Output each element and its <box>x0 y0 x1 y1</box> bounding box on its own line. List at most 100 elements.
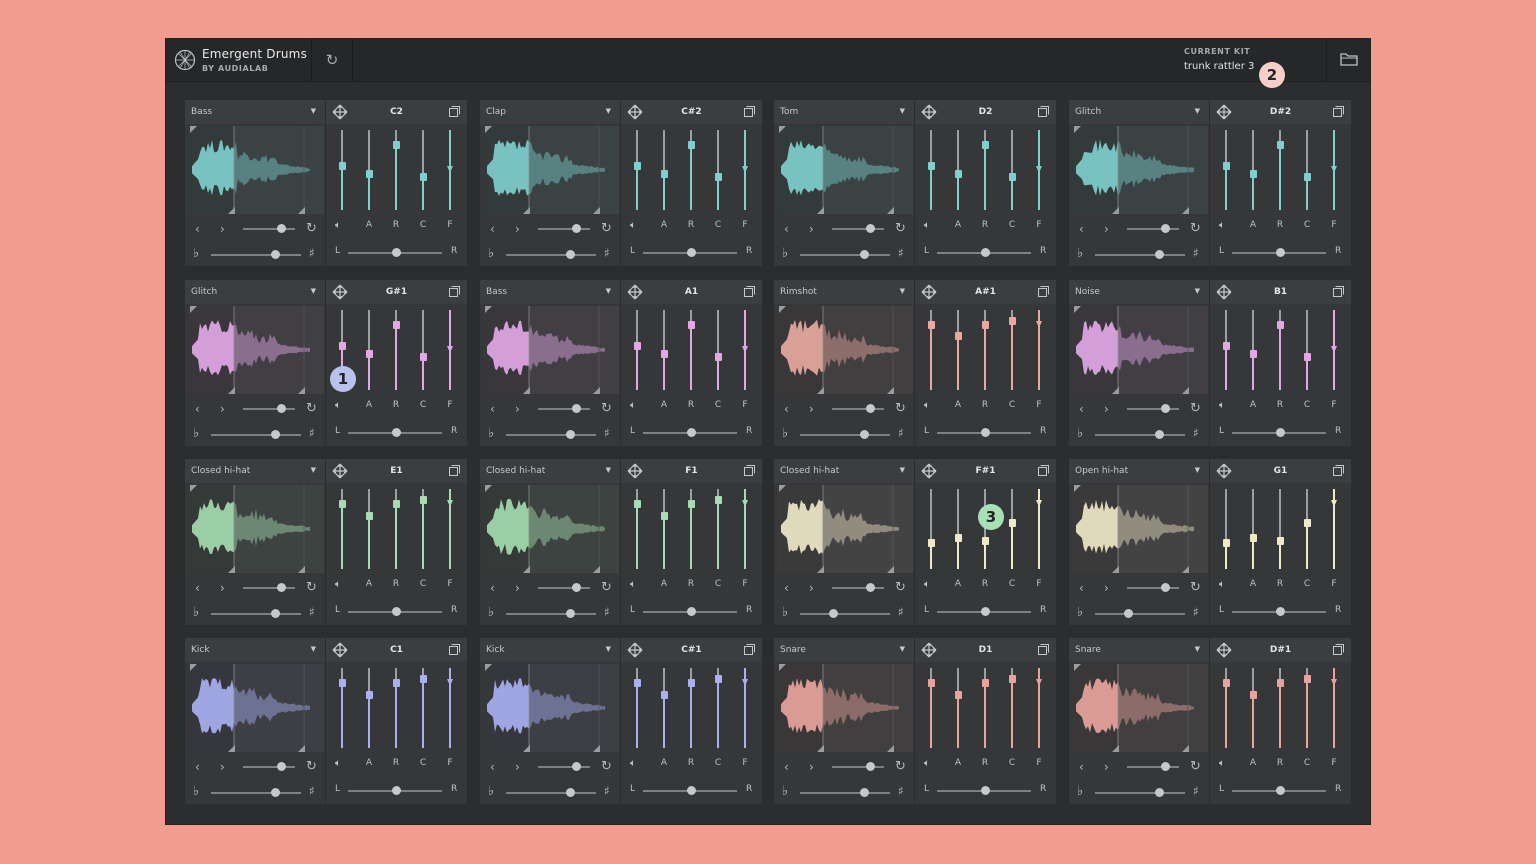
pitch-slider[interactable] <box>211 434 301 436</box>
pitch-knob[interactable] <box>271 609 280 618</box>
refresh-icon[interactable]: ↻ <box>601 580 612 595</box>
current-kit-name[interactable]: trunk rattler 3 <box>1184 61 1254 72</box>
chevron-left-icon[interactable]: ‹ <box>195 222 200 236</box>
fader-0[interactable] <box>928 130 935 210</box>
fader-3[interactable] <box>1009 310 1016 390</box>
speaker-icon[interactable]: 🔈︎ <box>924 220 930 231</box>
chevron-right-icon[interactable]: › <box>1104 402 1109 416</box>
chevron-left-icon[interactable]: ‹ <box>490 581 495 595</box>
fader-1[interactable] <box>661 668 668 748</box>
chevron-right-icon[interactable]: › <box>809 402 814 416</box>
filter-fader[interactable] <box>742 668 749 748</box>
chevron-right-icon[interactable]: › <box>515 222 520 236</box>
fader-0[interactable] <box>634 489 641 569</box>
fader-1[interactable] <box>955 130 962 210</box>
variation-knob[interactable] <box>866 583 875 592</box>
pitch-knob[interactable] <box>271 430 280 439</box>
waveform[interactable] <box>1072 306 1208 394</box>
pitch-knob[interactable] <box>1155 788 1164 797</box>
pitch-slider[interactable] <box>1095 613 1185 615</box>
variation-knob[interactable] <box>866 762 875 771</box>
variation-knob[interactable] <box>572 404 581 413</box>
fader-0[interactable] <box>928 489 935 569</box>
pan-knob[interactable] <box>392 607 401 616</box>
copy-icon[interactable] <box>1333 106 1344 117</box>
fader-2[interactable] <box>393 130 400 210</box>
sound-selector[interactable]: Tom ▼ <box>774 100 914 124</box>
pitch-slider[interactable] <box>800 792 890 794</box>
copy-icon[interactable] <box>1038 465 1049 476</box>
sound-selector[interactable]: Noise ▼ <box>1069 280 1209 304</box>
speaker-icon[interactable]: 🔈︎ <box>924 579 930 590</box>
refresh-icon[interactable]: ↻ <box>1190 401 1201 416</box>
fader-0[interactable] <box>339 668 346 748</box>
refresh-icon[interactable]: ↻ <box>306 401 317 416</box>
fader-2[interactable] <box>1277 310 1284 390</box>
refresh-icon[interactable]: ↻ <box>601 401 612 416</box>
waveform[interactable] <box>1072 664 1208 752</box>
fader-3[interactable] <box>1009 668 1016 748</box>
refresh-icon[interactable]: ↻ <box>1190 580 1201 595</box>
chevron-left-icon[interactable]: ‹ <box>784 760 789 774</box>
pan-knob[interactable] <box>392 248 401 257</box>
copy-icon[interactable] <box>1038 106 1049 117</box>
chevron-right-icon[interactable]: › <box>809 222 814 236</box>
waveform[interactable] <box>188 485 324 573</box>
fader-3[interactable] <box>715 489 722 569</box>
refresh-icon[interactable]: ↻ <box>306 580 317 595</box>
pitch-slider[interactable] <box>800 613 890 615</box>
filter-fader[interactable] <box>742 130 749 210</box>
fader-2[interactable] <box>688 310 695 390</box>
pitch-knob[interactable] <box>566 430 575 439</box>
chevron-left-icon[interactable]: ‹ <box>1079 222 1084 236</box>
speaker-icon[interactable]: 🔈︎ <box>630 220 636 231</box>
refresh-icon[interactable]: ↻ <box>895 759 906 774</box>
sound-selector[interactable]: Bass ▼ <box>185 100 325 124</box>
pitch-slider[interactable] <box>1095 254 1185 256</box>
chevron-left-icon[interactable]: ‹ <box>490 760 495 774</box>
pitch-slider[interactable] <box>506 792 596 794</box>
fader-3[interactable] <box>715 310 722 390</box>
speaker-icon[interactable]: 🔈︎ <box>335 758 341 769</box>
speaker-icon[interactable]: 🔈︎ <box>630 400 636 411</box>
chevron-left-icon[interactable]: ‹ <box>1079 402 1084 416</box>
waveform[interactable] <box>777 126 913 214</box>
filter-fader[interactable] <box>1331 489 1338 569</box>
variation-knob[interactable] <box>572 762 581 771</box>
chevron-left-icon[interactable]: ‹ <box>784 581 789 595</box>
sound-selector[interactable]: Closed hi-hat ▼ <box>480 459 620 483</box>
waveform[interactable] <box>1072 485 1208 573</box>
pan-knob[interactable] <box>392 786 401 795</box>
variation-slider[interactable] <box>1127 766 1179 768</box>
pitch-slider[interactable] <box>506 434 596 436</box>
pan-knob[interactable] <box>1276 428 1285 437</box>
fader-3[interactable] <box>715 668 722 748</box>
fader-1[interactable] <box>955 668 962 748</box>
variation-slider[interactable] <box>832 408 884 410</box>
fader-3[interactable] <box>420 668 427 748</box>
waveform[interactable] <box>188 306 324 394</box>
speaker-icon[interactable]: 🔈︎ <box>335 220 341 231</box>
fader-2[interactable] <box>1277 489 1284 569</box>
pan-knob[interactable] <box>687 428 696 437</box>
fader-2[interactable] <box>393 489 400 569</box>
variation-slider[interactable] <box>538 766 590 768</box>
fader-0[interactable] <box>634 310 641 390</box>
variation-knob[interactable] <box>866 224 875 233</box>
variation-knob[interactable] <box>866 404 875 413</box>
pan-knob[interactable] <box>1276 248 1285 257</box>
chevron-left-icon[interactable]: ‹ <box>784 402 789 416</box>
filter-fader[interactable] <box>1036 489 1043 569</box>
pitch-slider[interactable] <box>211 254 301 256</box>
sound-selector[interactable]: Snare ▼ <box>774 638 914 662</box>
variation-knob[interactable] <box>572 224 581 233</box>
waveform[interactable] <box>777 664 913 752</box>
copy-icon[interactable] <box>449 286 460 297</box>
speaker-icon[interactable]: 🔈︎ <box>335 400 341 411</box>
copy-icon[interactable] <box>1333 644 1344 655</box>
sound-selector[interactable]: Bass ▼ <box>480 280 620 304</box>
pitch-knob[interactable] <box>271 250 280 259</box>
chevron-right-icon[interactable]: › <box>1104 222 1109 236</box>
sound-selector[interactable]: Glitch ▼ <box>185 280 325 304</box>
filter-fader[interactable] <box>1036 310 1043 390</box>
